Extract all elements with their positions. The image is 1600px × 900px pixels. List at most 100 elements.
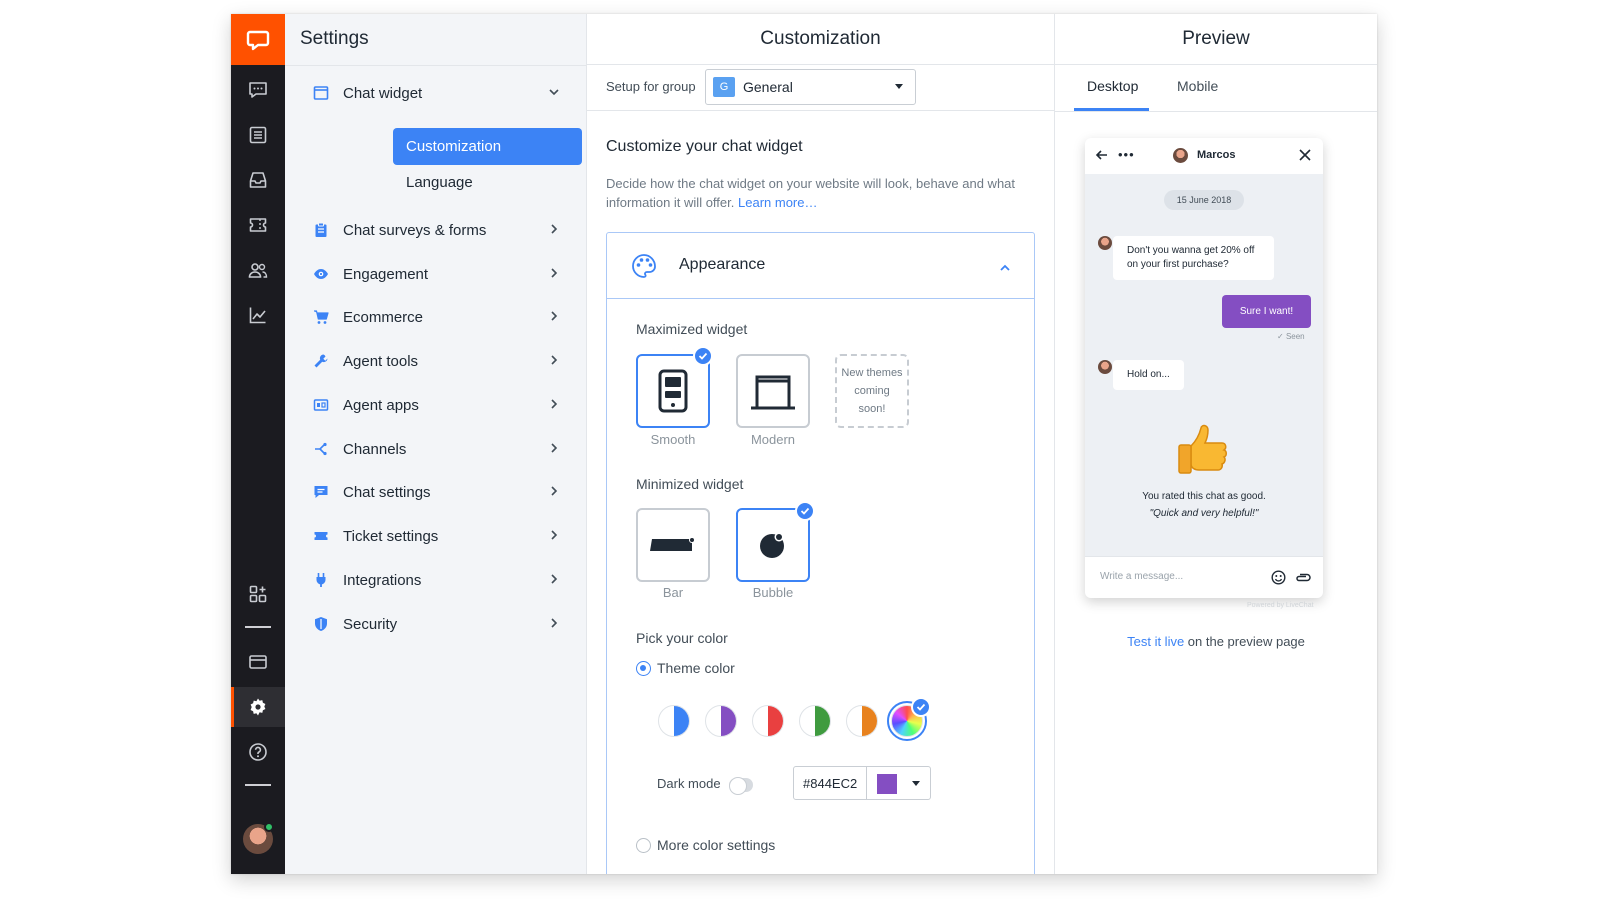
theme-color-radio[interactable]	[636, 661, 651, 676]
subnav-item-customization[interactable]: Customization	[393, 128, 582, 165]
wrench-icon	[311, 351, 331, 371]
livechat-logo[interactable]	[231, 14, 285, 65]
inbox-icon[interactable]	[231, 160, 285, 200]
option-label: Modern	[750, 432, 796, 447]
nav-item-agent-apps[interactable]: Agent apps	[311, 390, 561, 420]
icon-rail	[231, 14, 285, 874]
nav-divider	[285, 65, 586, 66]
agent-message: Don't you wanna get 20% off on your firs…	[1113, 236, 1274, 280]
group-select[interactable]: G General	[705, 69, 916, 105]
swatch-orange[interactable]	[846, 705, 878, 737]
agent-avatar	[1173, 148, 1188, 163]
nav-item-label: Chat widget	[343, 84, 423, 102]
appearance-title: Appearance	[679, 256, 766, 273]
customization-panel: Customization Setup for group G General …	[587, 14, 1055, 874]
nav-item-security[interactable]: Security	[311, 609, 561, 639]
chat-widget-preview: ••• Marcos 15 June 2018 Don't you wanna …	[1085, 138, 1323, 598]
chats-icon[interactable]	[231, 70, 285, 110]
test-it-live-link[interactable]: Test it live	[1127, 634, 1184, 649]
nav-item-label: Engagement	[343, 265, 429, 283]
message-input[interactable]: Write a message...	[1085, 556, 1323, 598]
more-color-settings-radio[interactable]	[636, 838, 651, 853]
online-status-dot	[264, 822, 274, 832]
nav-item-label: Ticket settings	[343, 527, 439, 545]
close-icon	[1298, 148, 1312, 167]
customize-description: Decide how the chat widget on your websi…	[606, 174, 1031, 212]
appearance-header[interactable]: Appearance	[607, 233, 1034, 299]
chevron-right-icon	[547, 616, 561, 634]
window-icon	[311, 83, 331, 103]
swatch-blue[interactable]	[658, 705, 690, 737]
more-color-settings-label: More color settings	[657, 837, 776, 853]
nav-item-chat-surveys[interactable]: Chat surveys & forms	[311, 215, 561, 245]
channels-icon	[311, 439, 331, 459]
subnav-item-language[interactable]: Language	[406, 174, 473, 191]
theme-color-label: Theme color	[657, 660, 735, 676]
chevron-right-icon	[547, 484, 561, 502]
chevron-right-icon	[547, 528, 561, 546]
plug-icon	[311, 570, 331, 590]
nav-item-ecommerce[interactable]: Ecommerce	[311, 302, 561, 332]
nav-item-chat-widget[interactable]: Chat widget	[311, 78, 561, 108]
nav-item-engagement[interactable]: Engagement	[311, 259, 561, 289]
preview-heading: Preview	[1055, 14, 1377, 65]
active-tab-indicator	[1074, 108, 1149, 111]
seen-label: Seen	[1285, 332, 1305, 341]
rating-message: You rated this chat as good. "Quick and …	[1085, 488, 1323, 522]
billing-icon[interactable]	[231, 642, 285, 682]
tab-mobile[interactable]: Mobile	[1177, 78, 1218, 94]
reports-icon[interactable]	[231, 295, 285, 335]
nav-item-ticket-settings[interactable]: Ticket settings	[311, 521, 561, 551]
nav-item-label: Channels	[343, 440, 407, 458]
minimized-bar-option[interactable]	[636, 508, 710, 582]
chevron-down-icon	[547, 85, 561, 103]
option-label: Bar	[662, 585, 684, 600]
preview-tabs: Desktop Mobile	[1055, 65, 1377, 112]
chat-bubble-icon	[311, 482, 331, 502]
phone-icon	[658, 369, 688, 413]
group-value: General	[743, 79, 793, 95]
rating-comment: "Quick and very helpful!"	[1149, 508, 1259, 519]
nav-item-integrations[interactable]: Integrations	[311, 565, 561, 595]
widget-header: ••• Marcos	[1085, 138, 1323, 174]
help-icon[interactable]	[231, 732, 285, 772]
back-arrow-icon	[1095, 148, 1109, 167]
chevron-right-icon	[547, 266, 561, 284]
new-themes-placeholder: New themes coming soon!	[835, 354, 909, 428]
learn-more-link[interactable]: Learn more…	[738, 195, 817, 210]
shield-icon	[311, 614, 331, 634]
tickets-icon[interactable]	[231, 205, 285, 245]
archives-icon[interactable]	[231, 115, 285, 155]
hex-input[interactable]: #844EC2	[803, 776, 857, 791]
eye-icon	[311, 264, 331, 284]
nav-item-agent-tools[interactable]: Agent tools	[311, 346, 561, 376]
minimized-widget-label: Minimized widget	[636, 476, 744, 492]
chevron-right-icon	[547, 441, 561, 459]
nav-item-channels[interactable]: Channels	[311, 434, 561, 464]
theme-modern-option[interactable]	[736, 354, 810, 428]
swatch-red[interactable]	[752, 705, 784, 737]
nav-item-label: Chat settings	[343, 483, 431, 501]
dark-mode-toggle[interactable]	[729, 777, 753, 795]
option-label: Bubble	[752, 585, 794, 600]
option-label: Smooth	[650, 432, 696, 447]
swatch-purple[interactable]	[705, 705, 737, 737]
current-color-swatch	[877, 774, 897, 794]
maximized-widget-label: Maximized widget	[636, 321, 748, 337]
apps-icon[interactable]	[231, 574, 285, 614]
tab-desktop[interactable]: Desktop	[1087, 78, 1138, 94]
nav-item-chat-settings[interactable]: Chat settings	[311, 477, 561, 507]
swatch-green[interactable]	[799, 705, 831, 737]
ticket-icon	[311, 526, 331, 546]
color-picker[interactable]: #844EC2	[793, 766, 931, 800]
group-label: Setup for group	[606, 79, 696, 94]
settings-icon[interactable]	[231, 687, 285, 727]
customers-icon[interactable]	[231, 250, 285, 290]
customization-heading: Customization	[587, 14, 1054, 65]
attachment-icon	[1295, 570, 1311, 590]
window-icon	[751, 375, 795, 410]
nav-item-label: Security	[343, 615, 398, 633]
nav-title: Settings	[300, 28, 369, 49]
chat-date: 15 June 2018	[1164, 190, 1244, 210]
check-icon	[911, 697, 931, 717]
